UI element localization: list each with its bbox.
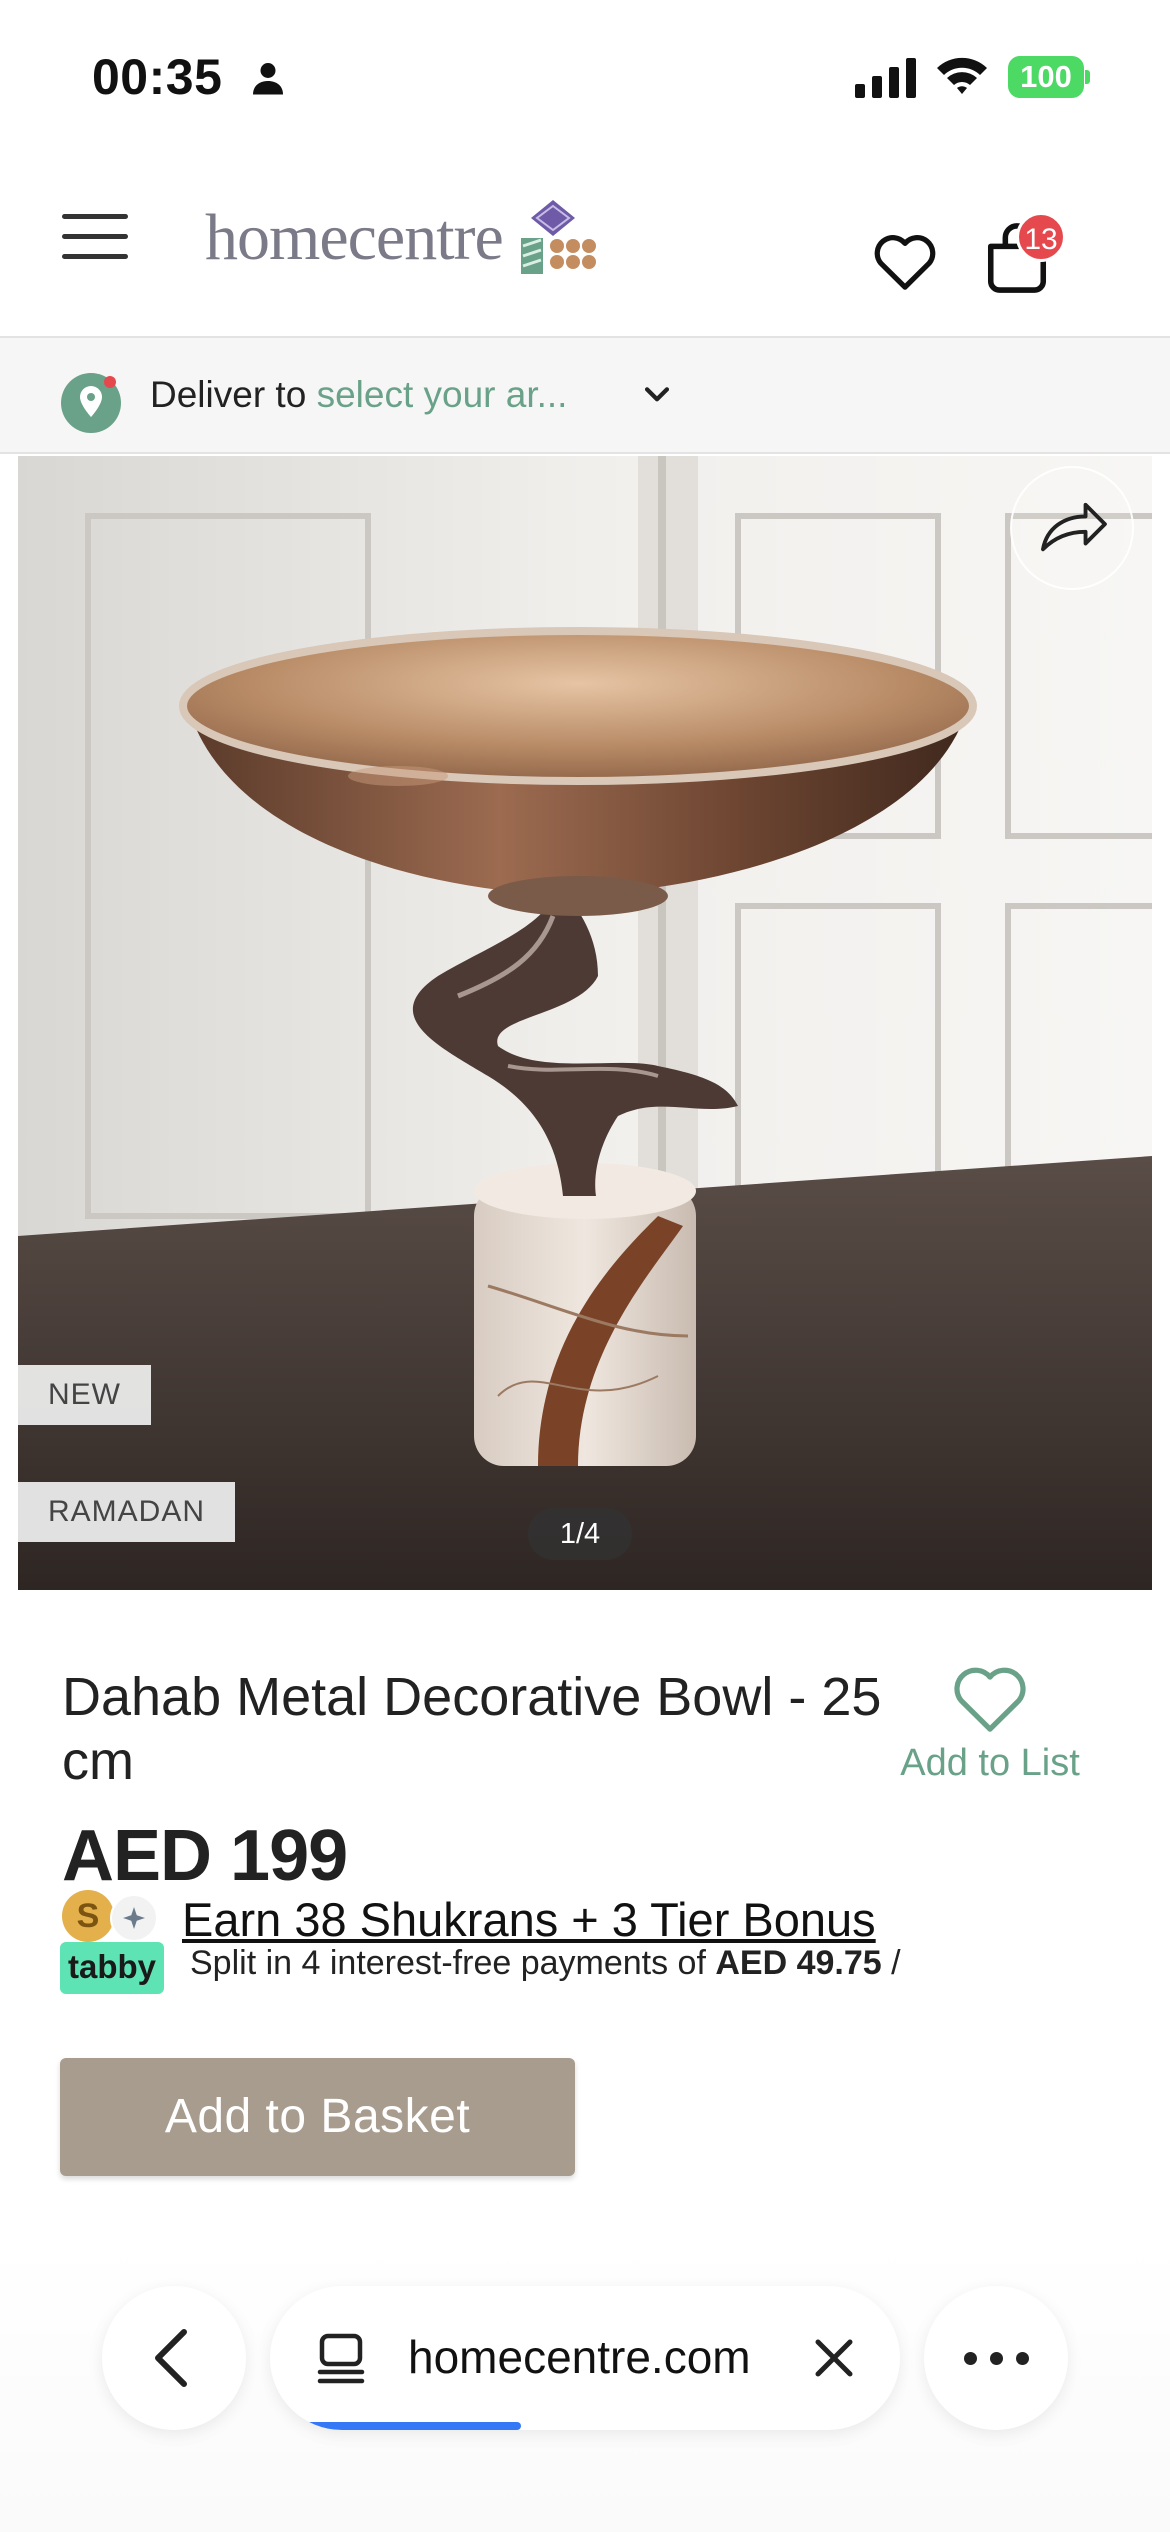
address-bar[interactable]: homecentre.com	[270, 2286, 900, 2430]
share-button[interactable]	[1010, 466, 1134, 590]
deliver-text: Deliver to select your ar...	[150, 374, 567, 416]
status-bar: 00:35 100	[0, 0, 1170, 150]
logo-text: homecentre	[205, 201, 504, 274]
site-header: homecentre	[0, 150, 1170, 336]
more-options-button[interactable]	[924, 2286, 1068, 2430]
product-price: AED 199	[62, 1816, 348, 1896]
hamburger-icon	[62, 214, 128, 219]
tabby-installment-text[interactable]: Split in 4 interest-free payments of AED…	[190, 1944, 901, 1983]
product-image[interactable]	[18, 456, 1152, 1590]
tabby-amount: AED 49.75	[715, 1944, 882, 1982]
cellular-signal-icon	[855, 58, 916, 98]
share-arrow-icon	[1041, 502, 1107, 552]
shukran-earn-link[interactable]: Earn 38 Shukrans + 3 Tier Bonus	[182, 1892, 876, 1947]
battery-icon: 100	[1008, 56, 1090, 98]
person-icon	[253, 63, 283, 95]
shukran-rewards[interactable]: S Earn 38 Shukrans + 3 Tier Bonus	[62, 1890, 1062, 1946]
add-to-list-label: Add to List	[900, 1742, 1080, 1784]
product-photo	[18, 456, 1152, 1590]
battery-level: 100	[1008, 56, 1084, 98]
tabs-icon	[317, 2333, 365, 2384]
tabby-logo: tabby	[60, 1942, 164, 1994]
badge-new: NEW	[18, 1365, 151, 1425]
more-dots-icon	[964, 2352, 977, 2365]
back-button[interactable]	[102, 2286, 246, 2430]
chevron-down-icon[interactable]	[640, 378, 674, 412]
badge-ramadan: RAMADAN	[18, 1482, 236, 1542]
chevron-left-icon	[155, 2329, 187, 2387]
url-text[interactable]: homecentre.com	[408, 2330, 751, 2384]
add-to-basket-button[interactable]: Add to Basket	[60, 2058, 575, 2176]
deliver-location-bar[interactable]: Deliver to select your ar...	[0, 336, 1170, 454]
heart-icon	[954, 1667, 1026, 1732]
page-load-progress	[300, 2422, 521, 2430]
add-to-list-button[interactable]: Add to List	[880, 1662, 1100, 1785]
product-title: Dahab Metal Decorative Bowl - 25 cm	[62, 1667, 882, 1791]
homecentre-logo[interactable]: homecentre	[205, 188, 597, 288]
location-pin-icon	[61, 373, 121, 433]
wishlist-heart-icon[interactable]	[872, 230, 938, 292]
cart-count-badge: 13	[1016, 212, 1066, 262]
wifi-icon	[937, 57, 987, 94]
close-icon[interactable]	[810, 2334, 858, 2382]
select-area-link[interactable]: select your ar...	[317, 374, 568, 415]
sparkle-icon	[110, 1894, 158, 1942]
image-pager: 1/4	[528, 1508, 632, 1560]
deliver-prefix: Deliver to	[150, 374, 307, 415]
status-time: 00:35	[92, 49, 223, 105]
logo-mark-icon	[520, 200, 596, 274]
tabby-suffix: /	[881, 1944, 901, 1982]
tabby-text: Split in 4 interest-free payments of	[190, 1944, 706, 1982]
menu-button[interactable]	[62, 214, 128, 264]
shukran-coin-icon: S	[62, 1890, 114, 1942]
